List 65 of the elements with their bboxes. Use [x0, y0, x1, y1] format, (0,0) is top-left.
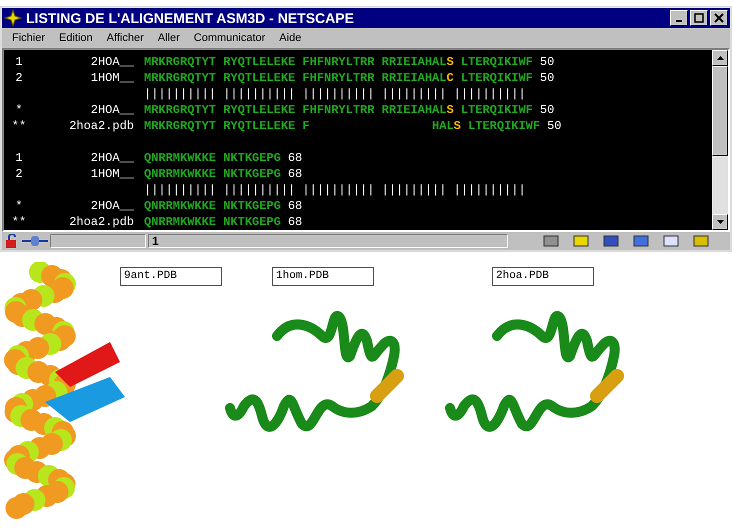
sequence-residues: QNRRMKWKKE NKTKGEPG [144, 214, 281, 230]
sequence-residues: LTERQIKIWF [467, 118, 540, 134]
close-button[interactable] [710, 10, 728, 26]
row-marker: ** [10, 214, 28, 230]
sequence-name: 1HOM__ [90, 166, 134, 182]
sequence-residues: MRKRGRQTYT RYQTLELEKE FHFNRYLTRR RRIEIAHAL [144, 70, 446, 86]
sequence-residues: MRKRGRQTYT RYQTLELEKE F [144, 118, 310, 134]
residue-count: 50 [540, 102, 554, 118]
sequence-residues: MRKRGRQTYT RYQTLELEKE FHFNRYLTRR RRIEIAHAL [144, 102, 446, 118]
sequence-residues: QNRRMKWKKE NKTKGEPG [144, 198, 281, 214]
row-marker: 1 [14, 54, 24, 70]
residue-count: 50 [540, 54, 554, 70]
structure-label: 9ant.PDB [120, 267, 222, 286]
sequence-residues: QNRRMKWKKE NKTKGEPG [144, 166, 281, 182]
minimize-button[interactable] [670, 10, 688, 26]
sequence-residues: LTERQIKIWF [460, 54, 533, 70]
sequence-name: 2HOA__ [90, 150, 134, 166]
sequence-name: 2hoa2.pdb [68, 118, 134, 134]
menu-item[interactable]: Aller [158, 30, 180, 46]
plug-icon [22, 234, 48, 248]
sequence-name: 2HOA__ [90, 198, 134, 214]
star-icon [4, 9, 22, 27]
maximize-button[interactable] [690, 10, 708, 26]
menu-item[interactable]: Afficher [106, 30, 144, 46]
sequence-residues: QNRRMKWKKE NKTKGEPG [144, 150, 281, 166]
residue-count: 68 [288, 214, 302, 230]
menu-item[interactable]: Aide [279, 30, 302, 46]
row-marker: ** [10, 118, 28, 134]
sequence-residues: C [446, 70, 454, 86]
sequence-residues: LTERQIKIWF [460, 70, 533, 86]
scrollbar[interactable] [712, 50, 728, 230]
residue-count: 68 [288, 198, 302, 214]
sequence-name: 2HOA__ [90, 102, 134, 118]
sequence-name: 2HOA__ [90, 54, 134, 70]
menu-item[interactable]: Edition [59, 30, 93, 46]
sequence-name: 2hoa2.pdb [68, 214, 134, 230]
residue-count: 50 [540, 70, 554, 86]
scroll-up-icon[interactable] [716, 56, 724, 60]
row-marker: * [14, 198, 24, 214]
menu-item[interactable]: Communicator [194, 30, 266, 46]
status-text: 1 [152, 235, 159, 247]
structure-label: 1hom.PDB [272, 267, 374, 286]
structure-label: 2hoa.PDB [492, 267, 594, 286]
match-bars: |||||||||| |||||||||| |||||||||| ||||||||| |||||||||| [144, 86, 526, 102]
window-title: LISTING DE L'ALIGNEMENT ASM3D - NETSCAPE [26, 8, 354, 28]
sequence-name: 1HOM__ [90, 70, 134, 86]
menu-item[interactable]: Fichier [12, 30, 46, 46]
minimize-icon [676, 20, 682, 22]
sequence-residues: S [454, 118, 461, 134]
row-marker: 1 [14, 150, 24, 166]
row-marker: 2 [14, 70, 24, 86]
residue-count: 50 [547, 118, 562, 134]
row-marker: * [14, 102, 24, 118]
residue-count: 68 [288, 166, 302, 182]
sequence-residues: S [446, 54, 454, 70]
residue-count: 68 [288, 150, 302, 166]
close-icon [714, 13, 724, 23]
sequence-residues: LTERQIKIWF [460, 102, 533, 118]
row-marker: 2 [14, 166, 24, 182]
maximize-icon [694, 13, 704, 23]
sequence-residues: HAL [431, 118, 454, 134]
sequence-residues: MRKRGRQTYT RYQTLELEKE FHFNRYLTRR RRIEIAHAL [144, 54, 446, 70]
scroll-down-icon[interactable] [716, 220, 724, 224]
sequence-residues: S [446, 102, 454, 118]
match-bars: |||||||||| |||||||||| |||||||||| ||||||||| |||||||||| [144, 182, 526, 198]
